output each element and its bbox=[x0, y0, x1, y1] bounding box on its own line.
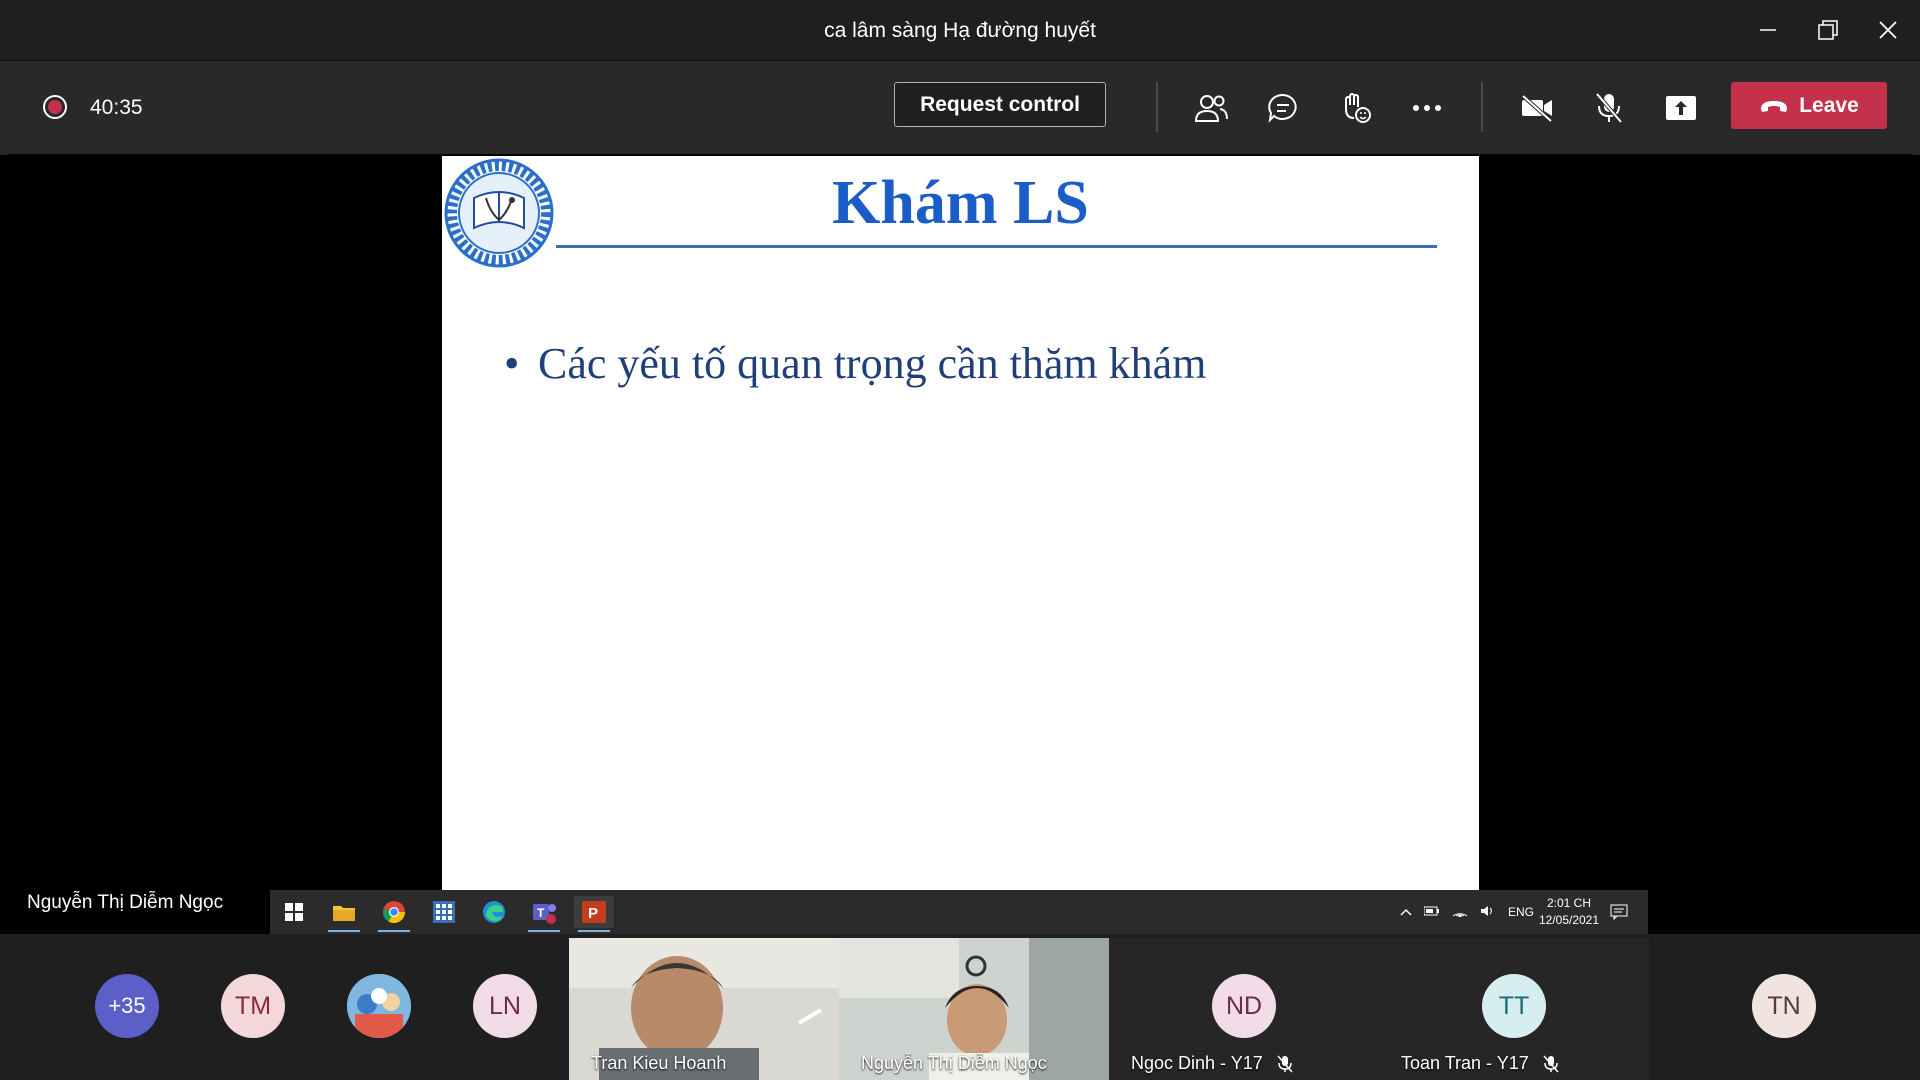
participant-avatar[interactable]: TN bbox=[1752, 974, 1816, 1038]
svg-text:T: T bbox=[537, 906, 545, 920]
clock: 2:01 CH 12/05/2021 bbox=[1530, 890, 1608, 934]
participant-avatar[interactable]: TM bbox=[221, 974, 285, 1038]
participant-tile[interactable]: TT Toan Tran - Y17 bbox=[1379, 938, 1649, 1080]
participant-name-row: Toan Tran - Y17 bbox=[1401, 1053, 1559, 1074]
participant-tile[interactable]: ND Ngoc Dinh - Y17 bbox=[1109, 938, 1379, 1080]
svg-text:P: P bbox=[588, 905, 598, 922]
slide-bullet-text: Các yếu tố quan trọng cần thăm khám bbox=[538, 339, 1207, 388]
slide-title-rule bbox=[556, 245, 1437, 248]
overflow-participants-button[interactable]: +35 bbox=[95, 974, 159, 1038]
mic-off-icon[interactable] bbox=[1586, 85, 1632, 131]
participant-avatar[interactable]: LN bbox=[473, 974, 537, 1038]
notifications-icon bbox=[1610, 890, 1628, 934]
meeting-toolbar: 40:35 Request control Leave bbox=[0, 60, 1920, 155]
participant-avatar: TT bbox=[1482, 974, 1546, 1038]
teams-icon: T bbox=[524, 896, 564, 932]
calculator-icon bbox=[424, 896, 464, 928]
shared-taskbar: T P ENG 2:01 CH 12/05/2021 bbox=[270, 890, 1648, 934]
clock-time: 2:01 CH bbox=[1546, 896, 1592, 910]
system-tray: ENG bbox=[1400, 890, 1534, 934]
participants-icon[interactable] bbox=[1188, 85, 1234, 131]
battery-icon bbox=[1423, 905, 1440, 919]
windows-start-icon bbox=[274, 896, 314, 928]
request-control-button[interactable]: Request control bbox=[894, 82, 1106, 127]
edge-icon bbox=[474, 896, 514, 928]
bullet-marker: • bbox=[504, 339, 520, 388]
chevron-up-icon bbox=[1400, 905, 1412, 919]
slide-bullet: • Các yếu tố quan trọng cần thăm khám bbox=[504, 338, 1206, 389]
participant-avatar-photo[interactable] bbox=[347, 974, 411, 1038]
camera-off-icon[interactable] bbox=[1514, 85, 1560, 131]
presenter-name-label: Nguyễn Thị Diễm Ngọc bbox=[27, 892, 224, 913]
window-title-bar: ca lâm sàng Hạ đường huyết bbox=[0, 0, 1920, 60]
mic-muted-icon bbox=[1277, 1055, 1293, 1072]
minimize-icon[interactable] bbox=[1748, 10, 1788, 50]
slide-title: Khám LS bbox=[832, 169, 1089, 237]
powerpoint-icon: P bbox=[574, 896, 614, 932]
restore-icon[interactable] bbox=[1808, 10, 1848, 50]
toolbar-divider bbox=[1481, 82, 1483, 132]
file-explorer-icon bbox=[324, 896, 364, 932]
participant-name-row: Ngoc Dinh - Y17 bbox=[1131, 1053, 1293, 1074]
recording-icon bbox=[43, 95, 67, 119]
presentation-slide: Khám LS • Các yếu tố quan trọng cần thăm … bbox=[442, 156, 1479, 894]
reactions-icon[interactable] bbox=[1332, 85, 1378, 131]
chat-icon[interactable] bbox=[1260, 85, 1306, 131]
participant-name: Toan Tran - Y17 bbox=[1401, 1053, 1529, 1073]
participant-avatar: ND bbox=[1212, 974, 1276, 1038]
participant-name: Ngoc Dinh - Y17 bbox=[1131, 1053, 1263, 1073]
participant-video-tile[interactable]: Nguyễn Thị Diễm Ngọc bbox=[839, 938, 1109, 1080]
more-icon[interactable] bbox=[1404, 85, 1450, 131]
close-icon[interactable] bbox=[1868, 10, 1908, 50]
volume-icon bbox=[1480, 905, 1496, 920]
meeting-timer: 40:35 bbox=[90, 96, 143, 119]
toolbar-divider bbox=[1156, 82, 1158, 132]
clock-date: 12/05/2021 bbox=[1538, 913, 1600, 927]
mic-muted-icon bbox=[1543, 1055, 1559, 1072]
wifi-icon bbox=[1452, 905, 1468, 920]
participant-video-tile[interactable]: Tran Kieu Hoanh bbox=[569, 938, 839, 1080]
window-title: ca lâm sàng Hạ đường huyết bbox=[824, 19, 1096, 42]
participant-name: Tran Kieu Hoanh bbox=[591, 1053, 727, 1073]
leave-button[interactable]: Leave bbox=[1731, 82, 1887, 129]
chrome-icon bbox=[374, 896, 414, 932]
leave-label: Leave bbox=[1799, 93, 1859, 117]
participant-strip: +35 TM LN Tran Kieu Hoanh Nguyễn Thị Diễ… bbox=[0, 934, 1920, 1080]
participant-name: Nguyễn Thị Diễm Ngọc bbox=[861, 1053, 1047, 1073]
share-icon[interactable] bbox=[1658, 85, 1704, 131]
hangup-icon bbox=[1761, 100, 1788, 112]
